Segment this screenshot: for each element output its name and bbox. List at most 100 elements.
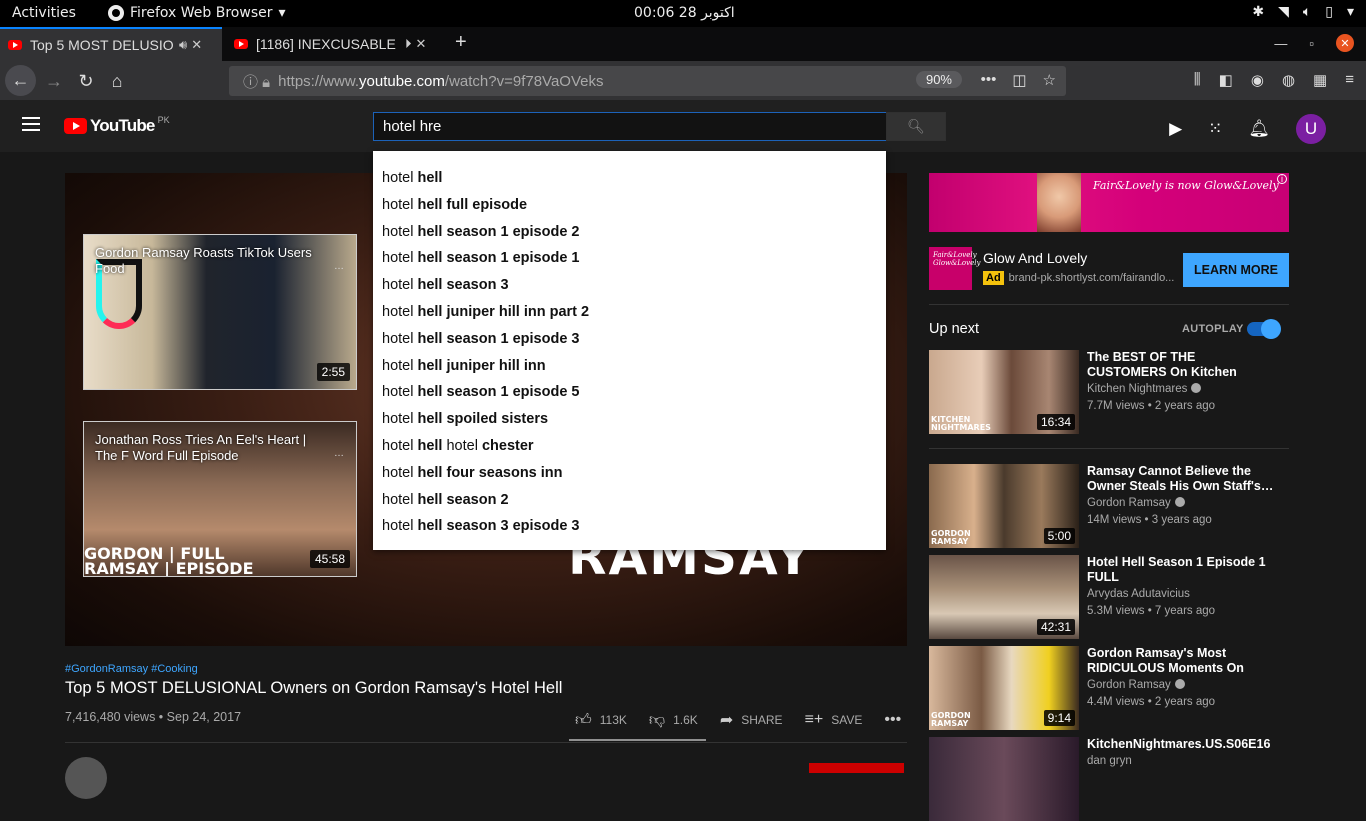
- recommended-video[interactable]: GORDON RAMSAY 9:14 Gordon Ramsay's Most RI…: [929, 646, 1289, 730]
- url-bar[interactable]: ⓘ 🔒︎ https://www. youtube.com /watch?v=9…: [229, 66, 1066, 96]
- close-tab-icon[interactable]: ✕: [416, 36, 427, 52]
- close-window-icon[interactable]: ✕: [1336, 34, 1354, 52]
- search-suggestion[interactable]: hotel hell full episode: [373, 194, 886, 221]
- search-suggestion[interactable]: hotel hell season 1 episode 5: [373, 381, 886, 408]
- page-actions-icon[interactable]: •••: [981, 71, 997, 89]
- subscribe-button[interactable]: [809, 763, 904, 773]
- create-video-icon[interactable]: ▶︎: [1169, 119, 1182, 139]
- ad-info-icon[interactable]: i: [1277, 174, 1287, 184]
- ad-banner[interactable]: Fair&Lovely is now Glow&Lovely i: [929, 173, 1289, 232]
- search-suggestion[interactable]: hotel hell juniper hill inn part 2: [373, 301, 886, 328]
- channel-name[interactable]: Kitchen Nightmares: [1087, 383, 1202, 395]
- tab-inactive[interactable]: [1186] INEXCUSABLE ⏵ ✕: [226, 27, 448, 61]
- sidebar-icon[interactable]: ◧: [1219, 71, 1233, 89]
- app-menu[interactable]: Firefox Web Browser ▾: [108, 5, 286, 21]
- library-icon[interactable]: ⫼: [1194, 71, 1201, 89]
- search-suggestion[interactable]: hotel hell spoiled sisters: [373, 408, 886, 435]
- avatar[interactable]: U: [1296, 114, 1326, 144]
- endcard-video[interactable]: Gordon Ramsay Roasts TikTok Users Food ……: [83, 234, 357, 390]
- like-button[interactable]: 👍︎ 113K: [575, 711, 627, 730]
- wifi-icon[interactable]: ◥: [1278, 4, 1289, 20]
- channel-name[interactable]: Arvydas Adutavicius: [1087, 588, 1190, 600]
- battery-icon[interactable]: ▯: [1325, 4, 1333, 20]
- menu-icon[interactable]: ≡: [1345, 71, 1354, 89]
- endcard-duration: 2:55: [316, 363, 350, 381]
- home-button[interactable]: ⌂: [103, 67, 131, 95]
- video-thumbnail[interactable]: 42:31: [929, 555, 1079, 639]
- video-title[interactable]: Ramsay Cannot Believe the Owner Steals H…: [1087, 464, 1277, 493]
- activities-button[interactable]: Activities: [12, 5, 76, 21]
- video-thumbnail[interactable]: GORDON RAMSAY 5:00: [929, 464, 1079, 548]
- search-suggestion[interactable]: hotel hell four seasons inn: [373, 462, 886, 489]
- video-title[interactable]: Gordon Ramsay's Most RIDICULOUS Moments …: [1087, 646, 1277, 676]
- account-icon[interactable]: ◉: [1251, 71, 1264, 89]
- thumbnail-brand: GORDON RAMSAY: [931, 529, 971, 546]
- minimize-icon[interactable]: —: [1274, 36, 1287, 51]
- search-suggestion[interactable]: hotel hell season 3: [373, 274, 886, 301]
- channel-name[interactable]: Gordon Ramsay: [1087, 497, 1185, 509]
- search-suggestion[interactable]: hotel hell: [373, 167, 886, 194]
- site-info-icon[interactable]: ⓘ 🔒︎: [243, 71, 270, 92]
- video-thumbnail[interactable]: [929, 737, 1079, 821]
- settings-tray-icon[interactable]: ✱: [1252, 4, 1264, 20]
- channel-avatar[interactable]: [65, 757, 107, 799]
- divider: [929, 304, 1289, 305]
- search-suggestion[interactable]: hotel hell juniper hill inn: [373, 355, 886, 382]
- tab-active[interactable]: Top 5 MOST DELUSIO 🔊︎ ✕: [0, 27, 222, 61]
- hamburger-menu-icon[interactable]: [22, 117, 40, 131]
- autoplay-toggle[interactable]: [1247, 319, 1281, 339]
- notifications-bell-icon[interactable]: 🔔︎: [1248, 119, 1270, 139]
- more-icon[interactable]: …: [334, 448, 344, 459]
- learn-more-button[interactable]: LEARN MORE: [1183, 253, 1289, 287]
- share-button[interactable]: ➦ SHARE: [720, 710, 783, 730]
- video-title[interactable]: The BEST OF THE CUSTOMERS On Kitchen Nig…: [1087, 350, 1277, 380]
- search-suggestion[interactable]: hotel hell season 1 episode 3: [373, 328, 886, 355]
- save-button[interactable]: ≡+ SAVE: [805, 711, 863, 729]
- volume-icon[interactable]: 🔈︎: [1303, 4, 1311, 20]
- youtube-wordmark: YouTube: [90, 116, 155, 135]
- video-title[interactable]: Hotel Hell Season 1 Episode 1 FULL: [1087, 555, 1277, 584]
- recommended-video[interactable]: KITCHEN NIGHTMARES 16:34 The BEST OF THE C…: [929, 350, 1289, 434]
- forward-button[interactable]: →: [40, 67, 68, 95]
- search-icon: 🔍︎: [907, 118, 925, 134]
- bookmark-star-icon[interactable]: ☆: [1043, 71, 1056, 89]
- video-thumbnail[interactable]: GORDON RAMSAY 9:14: [929, 646, 1079, 730]
- clock[interactable]: 00:06 28 اکتوبر: [634, 5, 735, 21]
- search-suggestion[interactable]: hotel hell season 1 episode 2: [373, 221, 886, 248]
- video-thumbnail[interactable]: KITCHEN NIGHTMARES 16:34: [929, 350, 1079, 434]
- video-hashtags[interactable]: #GordonRamsay #Cooking: [65, 663, 198, 675]
- channel-name[interactable]: Gordon Ramsay: [1087, 679, 1185, 691]
- close-tab-icon[interactable]: ✕: [191, 37, 202, 53]
- apps-grid-icon[interactable]: ⁙: [1208, 119, 1222, 139]
- more-actions-button[interactable]: •••: [884, 711, 901, 729]
- channel-name[interactable]: dan gryn: [1087, 755, 1132, 767]
- dislike-button[interactable]: 👎︎ 1.6K: [649, 711, 698, 730]
- system-tray[interactable]: ✱ ◥ 🔈︎ ▯ ▾: [1252, 4, 1354, 20]
- speaker-icon[interactable]: 🔊︎: [179, 37, 187, 53]
- ad-thumbnail[interactable]: Fair&Lovely Glow&Lovely: [929, 247, 980, 290]
- recommended-video[interactable]: 42:31 Hotel Hell Season 1 Episode 1 FULL A…: [929, 555, 1289, 639]
- search-button[interactable]: 🔍︎: [886, 112, 946, 141]
- youtube-logo[interactable]: YouTube PK: [64, 115, 170, 136]
- search-suggestion[interactable]: hotel hell season 3 episode 3: [373, 515, 886, 542]
- endcard-video[interactable]: Jonathan Ross Tries An Eel's Heart | The…: [83, 421, 357, 577]
- maximize-icon[interactable]: ▫: [1309, 36, 1314, 51]
- power-menu-icon[interactable]: ▾: [1347, 4, 1354, 20]
- extensions-icon[interactable]: ▦: [1313, 71, 1327, 89]
- back-button[interactable]: ←: [5, 65, 36, 96]
- recommended-video[interactable]: KitchenNightmares.US.S06E16 dan gryn: [929, 737, 1289, 821]
- video-title[interactable]: KitchenNightmares.US.S06E16: [1087, 737, 1277, 752]
- search-suggestion[interactable]: hotel hell season 1 episode 1: [373, 247, 886, 274]
- zoom-indicator[interactable]: 90%: [915, 71, 962, 88]
- search-input[interactable]: hotel hre: [373, 112, 887, 141]
- ad-title[interactable]: Glow And Lovely: [983, 250, 1087, 266]
- search-suggestion[interactable]: hotel hell hotel chester: [373, 435, 886, 462]
- new-tab-button[interactable]: +: [455, 31, 467, 54]
- recommended-video[interactable]: GORDON RAMSAY 5:00 Ramsay Cannot Believe t…: [929, 464, 1289, 548]
- more-icon[interactable]: …: [334, 261, 344, 272]
- pocket-icon[interactable]: ◫: [1012, 71, 1026, 89]
- search-suggestion[interactable]: hotel hell season 2: [373, 489, 886, 516]
- reload-button[interactable]: ↻: [72, 67, 100, 95]
- language-icon[interactable]: ◍: [1282, 71, 1295, 89]
- play-icon[interactable]: ⏵: [405, 36, 412, 52]
